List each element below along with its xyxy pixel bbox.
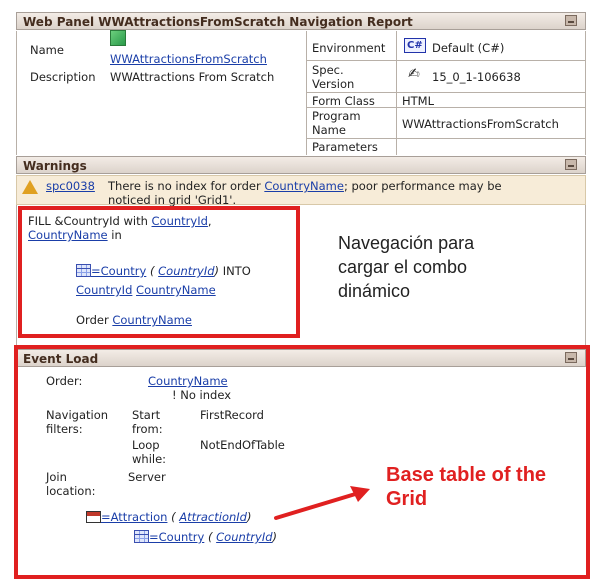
warning-field-link[interactable]: CountryName <box>264 179 344 193</box>
fill-countryname-link[interactable]: CountryName <box>28 228 108 242</box>
into-countryname-link[interactable]: CountryName <box>136 283 216 297</box>
fill-into-fields: CountryId CountryName <box>76 283 216 297</box>
minimize-icon[interactable] <box>565 159 577 170</box>
loop-value: NotEndOfTable <box>200 438 285 452</box>
fill-table-line: =Country ( CountryId) INTO <box>76 264 251 278</box>
sub-key-open-paren: ( <box>207 530 213 544</box>
fill-order-line: Order CountryName <box>76 313 192 327</box>
event-load-highlight-box <box>14 345 590 579</box>
base-key-open-paren: ( <box>171 510 176 524</box>
start-label-1: Start <box>132 408 161 422</box>
sub-table-line: =Country ( CountryId) <box>134 530 277 544</box>
into-countryid-link[interactable]: CountryId <box>76 283 132 297</box>
loop-label-1: Loop <box>132 438 160 452</box>
spec-label-2: Version <box>312 77 355 91</box>
build-icon: ✍ <box>408 66 420 82</box>
nav-note-line1: Navegación para <box>338 233 475 253</box>
no-index-text: ! No index <box>172 388 232 402</box>
warning-icon <box>22 180 38 194</box>
country-table-link[interactable]: =Country <box>91 264 146 278</box>
name-label: Name <box>30 43 64 57</box>
base-note-line1: Base table of the <box>386 464 547 486</box>
warning-text-after: ; poor performance may be <box>343 179 502 193</box>
nav-note-line2: cargar el combo <box>338 257 468 277</box>
warning-text: There is no index for order CountryName;… <box>108 179 502 193</box>
country-subtable-link[interactable]: =Country <box>149 530 204 544</box>
loop-label-2: while: <box>132 452 167 466</box>
csharp-badge: C# <box>404 38 426 53</box>
nav-note-line3: dinámico <box>338 281 411 301</box>
into-text: INTO <box>222 264 251 278</box>
red-arrow-icon <box>274 486 370 520</box>
fill-line1: FILL &CountryId with CountryId, <box>28 214 212 228</box>
description-label: Description <box>30 70 96 84</box>
warning-code-link[interactable]: spc0038 <box>46 179 95 193</box>
start-label-2: from: <box>132 422 163 436</box>
base-table-line: =Attraction ( AttractionId) <box>86 510 251 524</box>
attraction-table-link[interactable]: =Attraction <box>101 510 167 524</box>
event-order-label: Order: <box>46 374 83 388</box>
name-link[interactable]: WWAttractionsFromScratch <box>110 52 267 66</box>
attraction-key-link[interactable]: AttractionId <box>179 510 247 524</box>
program-label-1: Program <box>312 109 361 123</box>
webpanel-icon <box>110 30 126 46</box>
country-key-link[interactable]: CountryId <box>158 264 214 278</box>
warnings-header: Warnings <box>16 156 586 174</box>
join-value: Server <box>128 470 166 484</box>
warning-text-before: There is no index for order <box>108 179 261 193</box>
fill-prefix: FILL &CountryId with <box>28 214 148 228</box>
base-table-icon <box>86 511 101 523</box>
nav-filters-label-2: filters: <box>46 422 83 436</box>
base-note-line2: Grid <box>386 488 428 510</box>
table-icon <box>134 530 149 543</box>
table-icon <box>76 264 91 277</box>
spec-value: 15_0_1-106638 <box>432 70 521 84</box>
form-class-label: Form Class <box>312 94 375 108</box>
description-value: WWAttractions From Scratch <box>110 70 275 84</box>
minimize-icon[interactable] <box>565 15 577 26</box>
fill-line2: CountryName in <box>28 228 122 242</box>
join-label-2: location: <box>46 484 96 498</box>
base-key-close-paren: ) <box>246 510 252 524</box>
key-close-paren: ) <box>214 264 220 278</box>
parameters-label: Parameters <box>312 140 378 154</box>
join-label-1: Join <box>46 470 67 484</box>
sub-key-close-paren: ) <box>272 530 278 544</box>
fill-countryid-link[interactable]: CountryId <box>152 214 208 228</box>
warnings-title: Warnings <box>23 159 87 173</box>
program-label-2: Name <box>312 123 346 137</box>
form-class-value: HTML <box>402 94 435 108</box>
report-title: Web Panel WWAttractionsFromScratch Navig… <box>23 15 413 29</box>
fill-comma: , <box>207 214 212 228</box>
environment-value: Default (C#) <box>432 41 505 55</box>
event-order-link[interactable]: CountryName <box>148 374 228 388</box>
country-subkey-link[interactable]: CountryId <box>216 530 272 544</box>
program-value: WWAttractionsFromScratch <box>402 117 559 131</box>
nav-filters-label-1: Navigation <box>46 408 109 422</box>
spec-label-1: Spec. <box>312 63 344 77</box>
report-header: Web Panel WWAttractionsFromScratch Navig… <box>16 12 586 30</box>
start-value: FirstRecord <box>200 408 264 422</box>
fill-in-text: in <box>111 228 122 242</box>
order-countryname-link[interactable]: CountryName <box>112 313 192 327</box>
environment-label: Environment <box>312 41 386 55</box>
key-open-paren: ( <box>149 264 155 278</box>
order-label: Order <box>76 313 109 327</box>
